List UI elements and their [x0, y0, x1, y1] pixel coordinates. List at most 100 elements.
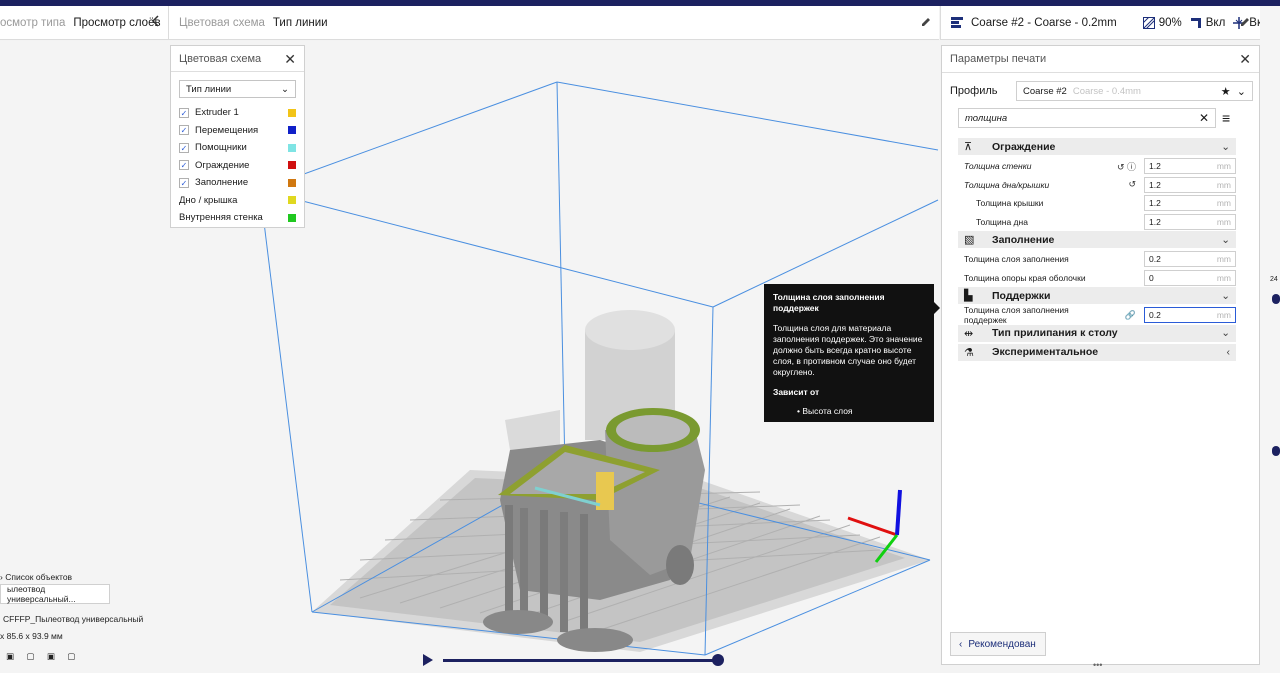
object-name-field[interactable]: ылеотвод универсальный... [0, 584, 110, 604]
view-top-icon[interactable]: ▣ [47, 651, 55, 661]
settings-section-header[interactable]: ⚗ Экспериментальное ‹ [958, 343, 1236, 361]
view-type-label: осмотр типа [0, 16, 66, 29]
color-scheme-item[interactable]: ✓ Ограждение [171, 157, 304, 175]
settings-section-header[interactable]: ⊼ Ограждение ⌄ [958, 138, 1236, 155]
objects-list-label: Список объектов [5, 572, 73, 582]
setting-row: Толщина стенки ↺ ⓘ 1.2 mm [958, 157, 1236, 175]
setting-unit: mm [1216, 198, 1231, 208]
setting-value-input[interactable]: 1.2 mm [1144, 176, 1236, 193]
setting-value-input[interactable]: 1.2 mm [1144, 213, 1236, 230]
setting-unit: mm [1216, 272, 1231, 283]
setting-value-input[interactable]: 1.2 mm [1144, 158, 1236, 174]
setting-value: 1.2 [1149, 198, 1161, 208]
setting-value: 0 [1149, 272, 1154, 283]
setting-value-input[interactable]: 0 mm [1144, 269, 1236, 286]
setting-label: Толщина крышки [976, 198, 1044, 208]
hamburger-menu-icon[interactable]: ≡ [1222, 110, 1230, 126]
section-title: Тип прилипания к столу [992, 327, 1118, 339]
profile-icon [951, 17, 963, 28]
setting-row: Толщина слоя заполнения 0.2 mm [958, 250, 1236, 268]
color-scheme-item-label: Ограждение [195, 159, 250, 171]
color-scheme-item[interactable]: ✓ Extruder 1 [171, 104, 304, 122]
layer-progress-track[interactable] [443, 659, 718, 662]
tooltip-body: Толщина слоя для материала заполнения по… [773, 323, 923, 378]
view-cube-icons: ▣ ▢ ▣ ▢ [6, 651, 75, 662]
setting-unit: mm [1216, 161, 1231, 171]
setting-value-input[interactable]: 0.2 mm [1144, 307, 1236, 323]
checkbox-icon[interactable]: ✓ [179, 177, 189, 188]
settings-section-header[interactable]: ⇹ Тип прилипания к столу ⌄ [958, 324, 1236, 342]
setting-value-input[interactable]: 0.2 mm [1144, 251, 1236, 267]
view-side-icon[interactable]: ▢ [67, 651, 75, 661]
view-mode-value[interactable]: Просмотр слоёв [73, 17, 160, 29]
layer-slider-handle[interactable] [1272, 446, 1280, 456]
checkbox-icon[interactable]: ✓ [179, 160, 189, 171]
tooltip-arrow [934, 302, 940, 314]
pencil-icon[interactable] [921, 16, 931, 30]
section-icon: ⊼ [964, 141, 973, 153]
color-scheme-header[interactable]: Цветовая схема Тип линии [169, 6, 939, 40]
chevron-down-icon: ⌄ [1221, 233, 1230, 246]
star-icon[interactable]: ★ [1221, 86, 1231, 98]
setting-row: Толщина крышки 1.2 mm [958, 194, 1236, 212]
tooltip-depends-label: Зависит от [773, 387, 820, 398]
view-3d-icon[interactable]: ▣ [6, 651, 14, 661]
resize-grip-icon[interactable]: ••• [1093, 660, 1102, 670]
color-scheme-select-value: Тип линии [186, 83, 232, 95]
setting-value: 0.2 [1149, 254, 1161, 264]
setting-action-icons[interactable]: 🔗 [1112, 310, 1136, 321]
close-icon[interactable]: ✕ [1239, 52, 1251, 66]
color-scheme-item[interactable]: ✓ Помощники [171, 139, 304, 157]
color-swatch [288, 178, 296, 187]
section-title: Экспериментальное [992, 346, 1099, 358]
layer-slider-strip[interactable]: 24 [1260, 6, 1280, 673]
chevron-left-icon[interactable] [151, 15, 161, 27]
color-scheme-select[interactable]: Тип линии ⌄ [179, 80, 296, 98]
setting-value: 1.2 [1149, 161, 1161, 171]
infill-percent: 90% [1158, 16, 1182, 29]
checkbox-icon[interactable]: ✓ [179, 142, 189, 153]
view-type-header[interactable]: осмотр типа Просмотр слоёв [0, 6, 169, 40]
color-scheme-item[interactable]: Дно / крышка [171, 192, 304, 210]
clear-icon[interactable]: ✕ [1199, 111, 1209, 125]
setting-unit: mm [1216, 216, 1231, 227]
pencil-icon[interactable] [1240, 16, 1250, 30]
profile-name: Coarse #2 [1023, 85, 1067, 97]
recommended-label: Рекомендован [968, 638, 1036, 650]
setting-value-input[interactable]: 1.2 mm [1144, 195, 1236, 211]
chevron-down-icon: ⌄ [1221, 289, 1230, 302]
settings-search-input[interactable]: толщина ✕ [958, 108, 1216, 128]
layer-slider-handle[interactable] [1272, 294, 1280, 304]
checkbox-icon[interactable]: ✓ [179, 125, 189, 136]
setting-label: Толщина стенки [964, 161, 1032, 171]
color-scheme-item[interactable]: Внутренняя стенка [171, 209, 304, 227]
checkbox-icon[interactable]: ✓ [179, 107, 189, 118]
object-dimensions: x 85.6 x 93.9 мм [0, 631, 63, 641]
setting-action-icons[interactable]: ↺ ⓘ [1112, 160, 1136, 173]
color-scheme-item[interactable]: ✓ Заполнение [171, 174, 304, 192]
chevron-left-icon: ‹ [959, 638, 963, 650]
setting-row: Толщина дна 1.2 mm [958, 213, 1236, 231]
profile-label: Профиль [950, 85, 998, 97]
setting-action-icons[interactable]: ↺ [1112, 179, 1136, 190]
object-name: CFFFP_Пылеотвод универсальный [3, 614, 144, 624]
section-title: Заполнение [992, 233, 1055, 246]
settings-section-header[interactable]: ▧ Заполнение ⌄ [958, 231, 1236, 248]
color-swatch [288, 143, 296, 152]
setting-label: Толщина опоры края оболочки [964, 272, 1086, 283]
chevron-down-icon: ⌄ [281, 83, 289, 95]
profile-select[interactable]: Coarse #2 Coarse - 0.4mm ★ ⌄ [1016, 81, 1253, 101]
view-front-icon[interactable]: ▢ [26, 651, 34, 661]
close-icon[interactable]: ✕ [284, 52, 296, 66]
color-scheme-item[interactable]: ✓ Перемещения [171, 122, 304, 140]
recommended-button[interactable]: ‹ Рекомендован [950, 632, 1046, 656]
color-swatch [288, 196, 296, 205]
layer-progress-handle[interactable] [712, 654, 724, 666]
print-settings-header[interactable]: Coarse #2 - Coarse - 0.2mm 90% Вкл Вкл [940, 6, 1269, 40]
play-icon[interactable] [423, 654, 433, 666]
objects-list-toggle[interactable]: › Список объектов [0, 572, 72, 582]
color-scheme-value[interactable]: Тип линии [273, 17, 328, 29]
chevron-left-icon: ‹ [1226, 346, 1231, 358]
section-title: Поддержки [992, 289, 1051, 302]
settings-section-header[interactable]: ▙ Поддержки ⌄ [958, 287, 1236, 304]
